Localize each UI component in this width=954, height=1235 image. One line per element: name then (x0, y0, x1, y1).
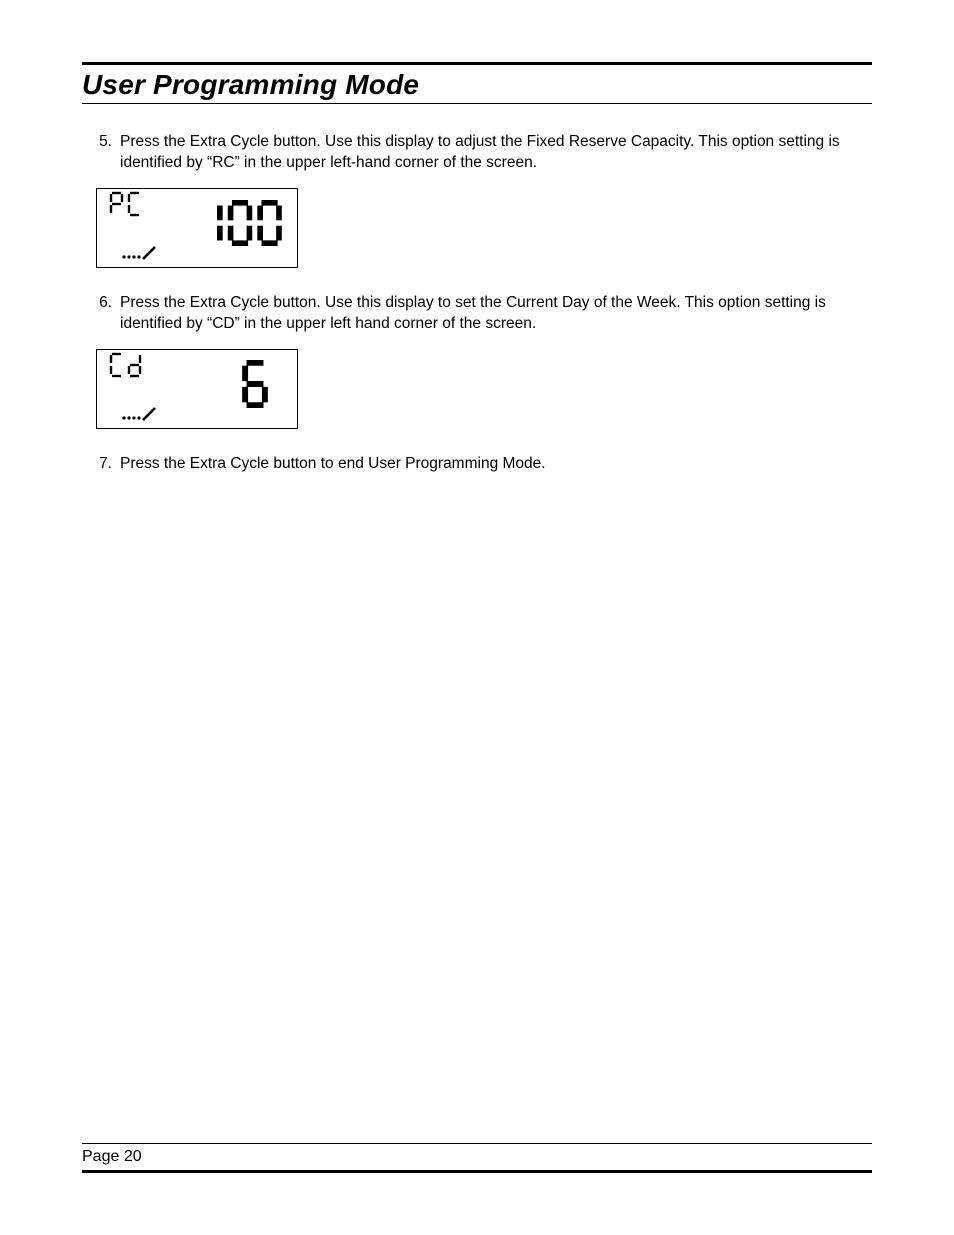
content-area: 5. Press the Extra Cycle button. Use thi… (82, 132, 872, 475)
lcd-label-icon (109, 191, 143, 217)
lcd-value-icon (239, 360, 271, 408)
step-number: 5. (82, 132, 120, 174)
step-5: 5. Press the Extra Cycle button. Use thi… (82, 132, 872, 174)
manual-page: User Programming Mode 5. Press the Extra… (0, 0, 954, 1235)
step-number: 7. (82, 454, 120, 475)
lcd-indicator-icon (121, 245, 161, 261)
lcd-value-icon (197, 199, 283, 247)
step-text: Press the Extra Cycle button. Use this d… (120, 132, 872, 174)
step-6: 6. Press the Extra Cycle button. Use thi… (82, 293, 872, 335)
step-7: 7. Press the Extra Cycle button to end U… (82, 454, 872, 475)
lcd-display-cd: CD 6 (96, 349, 298, 429)
step-number: 6. (82, 293, 120, 335)
header-rule-bottom (82, 103, 872, 104)
footer-rule-top (82, 1143, 872, 1144)
lcd-indicator-icon (121, 406, 161, 422)
lcd-label-icon (109, 352, 143, 378)
page-number: Page 20 (82, 1148, 872, 1166)
lcd-display-rc: RC 100 (96, 188, 298, 268)
footer-rule-bottom (82, 1170, 872, 1173)
header-rule-top (82, 62, 872, 65)
step-text: Press the Extra Cycle button. Use this d… (120, 293, 872, 335)
page-footer: Page 20 (82, 1143, 872, 1175)
step-text: Press the Extra Cycle button to end User… (120, 454, 872, 475)
section-title: User Programming Mode (82, 69, 872, 101)
